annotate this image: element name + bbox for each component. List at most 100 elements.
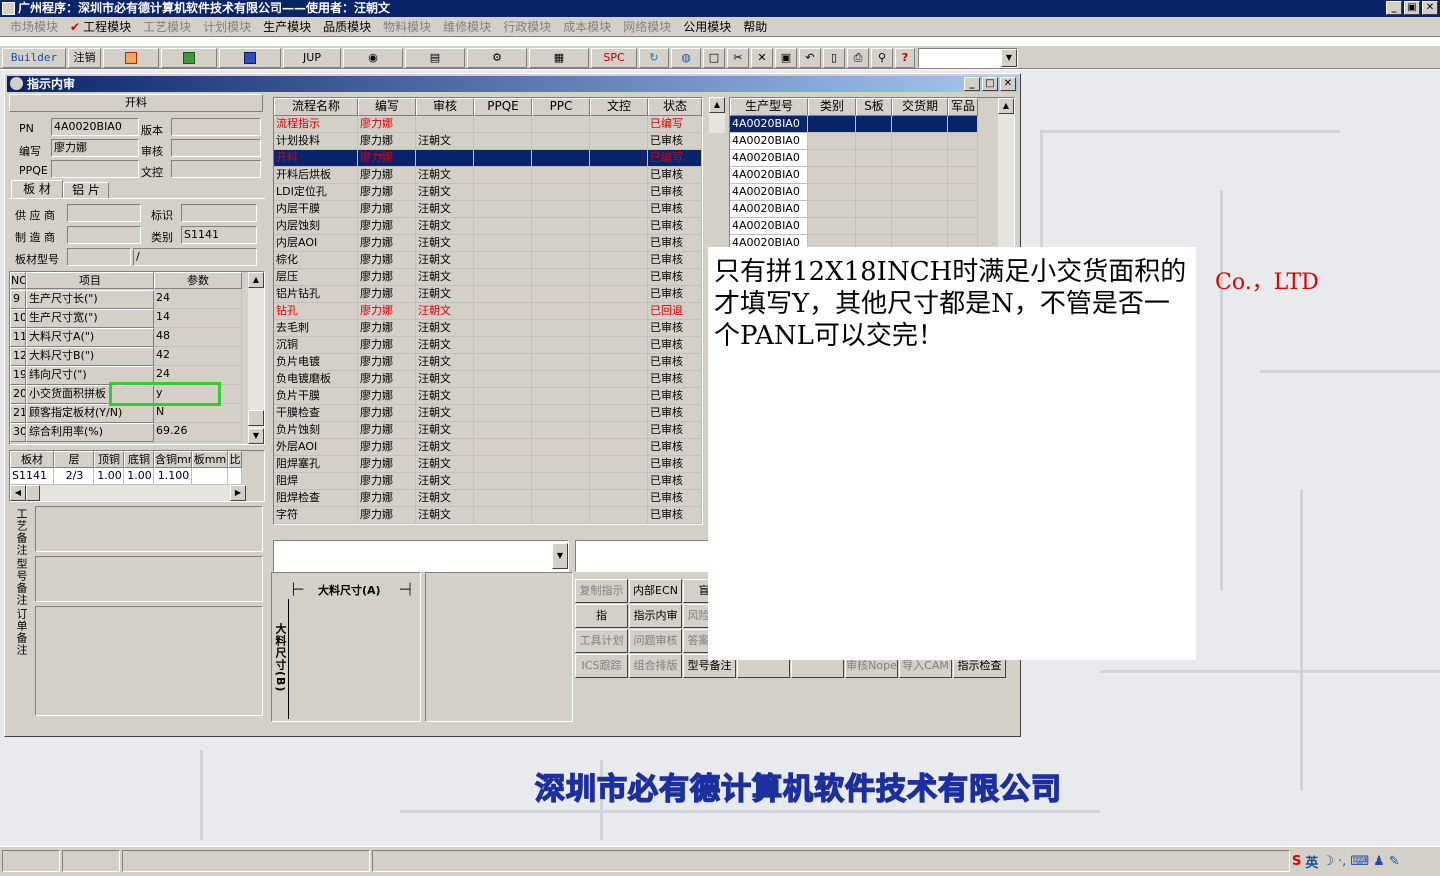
flow-header-3[interactable]: PPQE <box>474 98 532 116</box>
menu-item-7[interactable]: 维修模块 <box>437 18 497 35</box>
flow-header-0[interactable]: 流程名称 <box>274 98 358 116</box>
action-button-0[interactable]: 复制指示 <box>575 579 628 603</box>
window-close-button[interactable]: ✕ <box>1000 77 1016 91</box>
menu-item-4[interactable]: 生产模块 <box>257 18 317 35</box>
flow-row[interactable]: LDI定位孔 廖力娜 汪朝文 已审核 <box>274 184 702 201</box>
note-field[interactable] <box>35 556 263 602</box>
scroll-thumb[interactable] <box>26 485 40 501</box>
wrench-icon[interactable]: ✎ <box>1389 854 1400 869</box>
menu-item-10[interactable]: 网络模块 <box>617 18 677 35</box>
param-header-1[interactable]: 项目 <box>26 272 154 289</box>
flow-row[interactable]: 沉铜 廖力娜 汪朝文 已审核 <box>274 337 702 354</box>
print-button[interactable]: ⎙ <box>847 48 869 68</box>
gears-button[interactable]: ⚙ <box>467 48 527 68</box>
chevron-down-icon[interactable]: ▼ <box>1001 49 1017 67</box>
manufacturer-field[interactable] <box>67 226 141 244</box>
sogou-icon[interactable]: S <box>1292 854 1301 869</box>
flow-row[interactable]: 外层AOI 廖力娜 汪朝文 已审核 <box>274 439 702 456</box>
prod-header-3[interactable]: 交货期 <box>892 98 948 116</box>
menu-item-5[interactable]: 品质模块 <box>317 18 377 35</box>
param-row[interactable]: 10 生产尺寸宽(") 14 <box>10 309 242 328</box>
flow-row[interactable]: 负片电镀 廖力娜 汪朝文 已审核 <box>274 354 702 371</box>
menu-item-9[interactable]: 成本模块 <box>557 18 617 35</box>
prod-header-0[interactable]: 生产型号 <box>730 98 808 116</box>
ime-tray[interactable]: S 英 ☽ ·, ⌨ ♟ ✎ <box>1292 851 1400 871</box>
flow-row[interactable]: 负电镀磨板 廖力娜 汪朝文 已审核 <box>274 371 702 388</box>
refresh-button[interactable]: ↻ <box>639 48 669 68</box>
menu-item-11[interactable]: 公用模块 <box>677 18 737 35</box>
menu-item-1[interactable]: ✔ 工程模块 <box>64 18 137 35</box>
toolbar-combo[interactable]: ▼ <box>918 48 1018 68</box>
memo-left[interactable]: ▼ <box>273 540 569 572</box>
param-row[interactable]: 12 大料尺寸B(") 42 <box>10 347 242 366</box>
flow-row[interactable]: 钻孔 廖力娜 汪朝文 已回退 <box>274 303 702 320</box>
tab-aluminum[interactable]: 铝 片 <box>63 182 109 199</box>
material-header-1[interactable]: 层 <box>54 451 94 468</box>
note-field[interactable] <box>35 606 263 716</box>
mark-field[interactable] <box>181 204 257 222</box>
material-header-3[interactable]: 底铜 <box>124 451 154 468</box>
editor-field[interactable]: 廖力娜 <box>51 139 139 157</box>
supplier-field[interactable] <box>67 204 141 222</box>
action-button-1[interactable]: 内部ECN <box>629 579 682 603</box>
flow-row[interactable]: 计划投料 廖力娜 汪朝文 已审核 <box>274 133 702 150</box>
flow-row[interactable]: 阻焊检查 廖力娜 汪朝文 已审核 <box>274 490 702 507</box>
action-button-17[interactable]: 问题审核 <box>629 629 682 653</box>
flow-row[interactable]: 负片蚀刻 廖力娜 汪朝文 已审核 <box>274 422 702 439</box>
reviewer-field[interactable] <box>171 139 261 157</box>
flow-row[interactable]: 开料 廖力娜 已编写 <box>274 150 702 167</box>
category-field[interactable]: S1141 <box>181 226 257 244</box>
param-cell-value[interactable]: 42 <box>154 347 242 366</box>
window-maximize-button[interactable]: □ <box>982 77 998 91</box>
keyboard-icon[interactable]: ⌨ <box>1350 854 1369 869</box>
flow-row[interactable]: 开料后烘板 廖力娜 汪朝文 已审核 <box>274 167 702 184</box>
prod-row[interactable]: 4A0020BIA0 <box>730 167 978 184</box>
material-hscrollbar[interactable]: ◀ ▶ <box>10 485 246 501</box>
ime-language[interactable]: 英 <box>1305 852 1318 871</box>
action-button-24[interactable]: ICS跟踪 <box>575 654 628 678</box>
flow-header-6[interactable]: 状态 <box>648 98 702 116</box>
param-row[interactable]: 21 顾客指定板材(Y/N) N <box>10 404 242 423</box>
flow-header-5[interactable]: 文控 <box>590 98 648 116</box>
prod-scrollbar[interactable]: ▲ <box>998 98 1014 248</box>
flow-row[interactable]: 内层AOI 廖力娜 汪朝文 已审核 <box>274 235 702 252</box>
find-button[interactable]: ⚲ <box>871 48 893 68</box>
param-cell-value[interactable]: 69.26 <box>154 423 242 442</box>
action-button-25[interactable]: 组合排版 <box>629 654 682 678</box>
flow-row[interactable]: 棕化 廖力娜 汪朝文 已审核 <box>274 252 702 269</box>
menu-item-0[interactable]: 市场模块 <box>4 18 64 35</box>
param-cell-value[interactable]: 24 <box>154 290 242 309</box>
flow-scrollbar[interactable]: ▲ <box>709 97 725 133</box>
new-doc-button[interactable]: □ <box>703 48 725 68</box>
builder-button[interactable]: Builder <box>2 48 66 68</box>
material-header-4[interactable]: 含铜mm <box>154 451 192 468</box>
flow-row[interactable]: 干膜检查 廖力娜 汪朝文 已审核 <box>274 405 702 422</box>
undo-button[interactable]: ↶ <box>799 48 821 68</box>
param-cell-value[interactable]: N <box>154 404 242 423</box>
cut-button[interactable]: ✂ <box>727 48 749 68</box>
punct-icon[interactable]: ·, <box>1338 854 1346 869</box>
param-cell-value[interactable]: 14 <box>154 309 242 328</box>
restore-button[interactable]: ▣ <box>1404 1 1420 15</box>
database-button[interactable]: ▤ <box>405 48 465 68</box>
printer-button[interactable]: ▦ <box>529 48 589 68</box>
logout-button[interactable]: 注销 <box>68 48 101 68</box>
flow-header-2[interactable]: 审核 <box>416 98 474 116</box>
scroll-up-icon[interactable]: ▲ <box>248 272 264 288</box>
param-row[interactable]: 19 纬向尺寸(") 24 <box>10 366 242 385</box>
prod-row[interactable]: 4A0020BIA0 <box>730 201 978 218</box>
param-scrollbar[interactable]: ▲ ▼ <box>248 272 264 444</box>
flow-header-4[interactable]: PPC <box>532 98 590 116</box>
param-header-0[interactable]: NO <box>10 272 26 289</box>
action-button-16[interactable]: 工具计划 <box>575 629 628 653</box>
flow-row[interactable]: 阻焊塞孔 廖力娜 汪朝文 已审核 <box>274 456 702 473</box>
ppqe-field[interactable] <box>51 160 139 178</box>
scroll-right-icon[interactable]: ▶ <box>230 485 246 501</box>
eye-button[interactable]: ◉ <box>343 48 403 68</box>
globe-button[interactable]: ◍ <box>671 48 701 68</box>
param-header-2[interactable]: 参数 <box>154 272 242 289</box>
param-row[interactable]: 30 综合利用率(%) 69.26 <box>10 423 242 442</box>
flow-row[interactable]: 负片干膜 廖力娜 汪朝文 已审核 <box>274 388 702 405</box>
param-row[interactable]: 11 大料尺寸A(") 48 <box>10 328 242 347</box>
prod-header-2[interactable]: S板 <box>856 98 892 116</box>
